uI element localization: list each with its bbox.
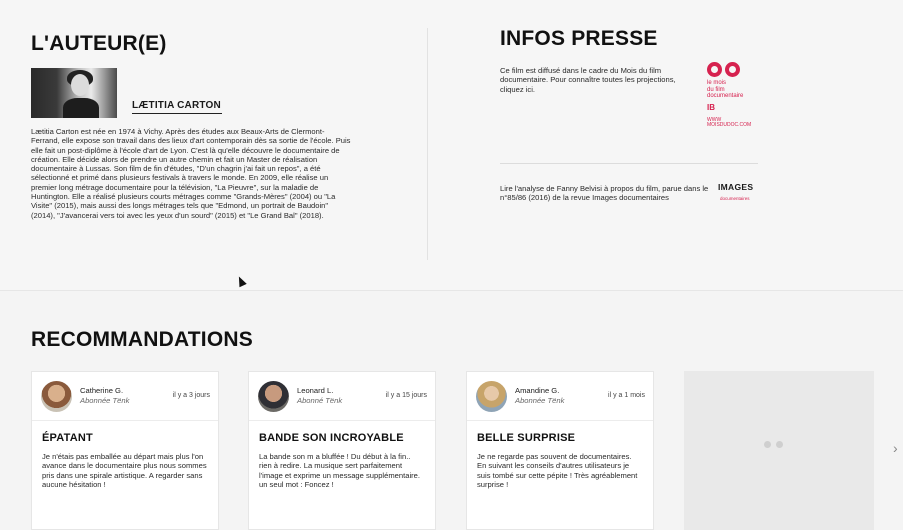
recommendations-heading: RECOMMANDATIONS [31, 328, 253, 351]
author-bio: Lætitia Carton est née en 1974 à Vichy. … [31, 127, 351, 220]
card-text: Je n'étais pas emballée au départ mais p… [42, 452, 207, 490]
loading-card-placeholder [684, 371, 874, 530]
recommendation-card[interactable]: Catherine G. Abonnée Tënk il y a 3 jours… [31, 371, 219, 530]
avatar [41, 381, 72, 412]
avatar [258, 381, 289, 412]
user-name: Amandine G. [515, 386, 560, 395]
press-info-mois-du-film[interactable]: Ce film est diffusé dans le cadre du Moi… [500, 66, 700, 94]
timestamp: il y a 15 jours [385, 392, 427, 399]
column-divider [427, 28, 428, 260]
loading-dots-icon [764, 441, 783, 448]
user-role: Abonné Tënk [297, 396, 343, 405]
author-name-link[interactable]: LÆTITIA CARTON [132, 100, 222, 114]
images-documentaires-logo[interactable]: IMAGES documentaires [718, 182, 766, 201]
card-text: Je ne regarde pas souvent de documentair… [477, 452, 638, 490]
user-name: Catherine G. [80, 386, 124, 395]
card-title: BELLE SURPRISE [477, 432, 576, 444]
press-info-images-documentaires[interactable]: Lire l'analyse de Fanny Belvisi à propos… [500, 184, 720, 203]
mois-du-film-logo[interactable]: le mois du film documentaire IB WWW MOIS… [707, 62, 767, 152]
author-heading: L'AUTEUR(E) [31, 32, 167, 55]
card-text: La bande son m a bluffée ! Du début à la… [259, 452, 421, 490]
press-separator [500, 163, 758, 164]
section-divider [0, 290, 903, 291]
card-header: Leonard L. Abonné Tënk il y a 15 jours [249, 372, 435, 421]
chevron-right-icon[interactable]: › [893, 440, 898, 456]
recommendation-card[interactable]: Leonard L. Abonné Tënk il y a 15 jours B… [248, 371, 436, 530]
author-photo [31, 68, 117, 118]
user-role: Abonnée Tënk [80, 396, 130, 405]
avatar [476, 381, 507, 412]
press-heading: INFOS PRESSE [500, 27, 658, 50]
user-name: Leonard L. [297, 386, 334, 395]
user-role: Abonnée Tënk [515, 396, 565, 405]
card-title: BANDE SON INCROYABLE [259, 432, 404, 444]
card-title: ÉPATANT [42, 432, 93, 444]
card-header: Catherine G. Abonnée Tënk il y a 3 jours [32, 372, 218, 421]
card-header: Amandine G. Abonnée Tënk il y a 1 mois [467, 372, 653, 421]
timestamp: il y a 1 mois [608, 392, 645, 399]
recommendation-card[interactable]: Amandine G. Abonnée Tënk il y a 1 mois B… [466, 371, 654, 530]
timestamp: il y a 3 jours [172, 392, 210, 399]
